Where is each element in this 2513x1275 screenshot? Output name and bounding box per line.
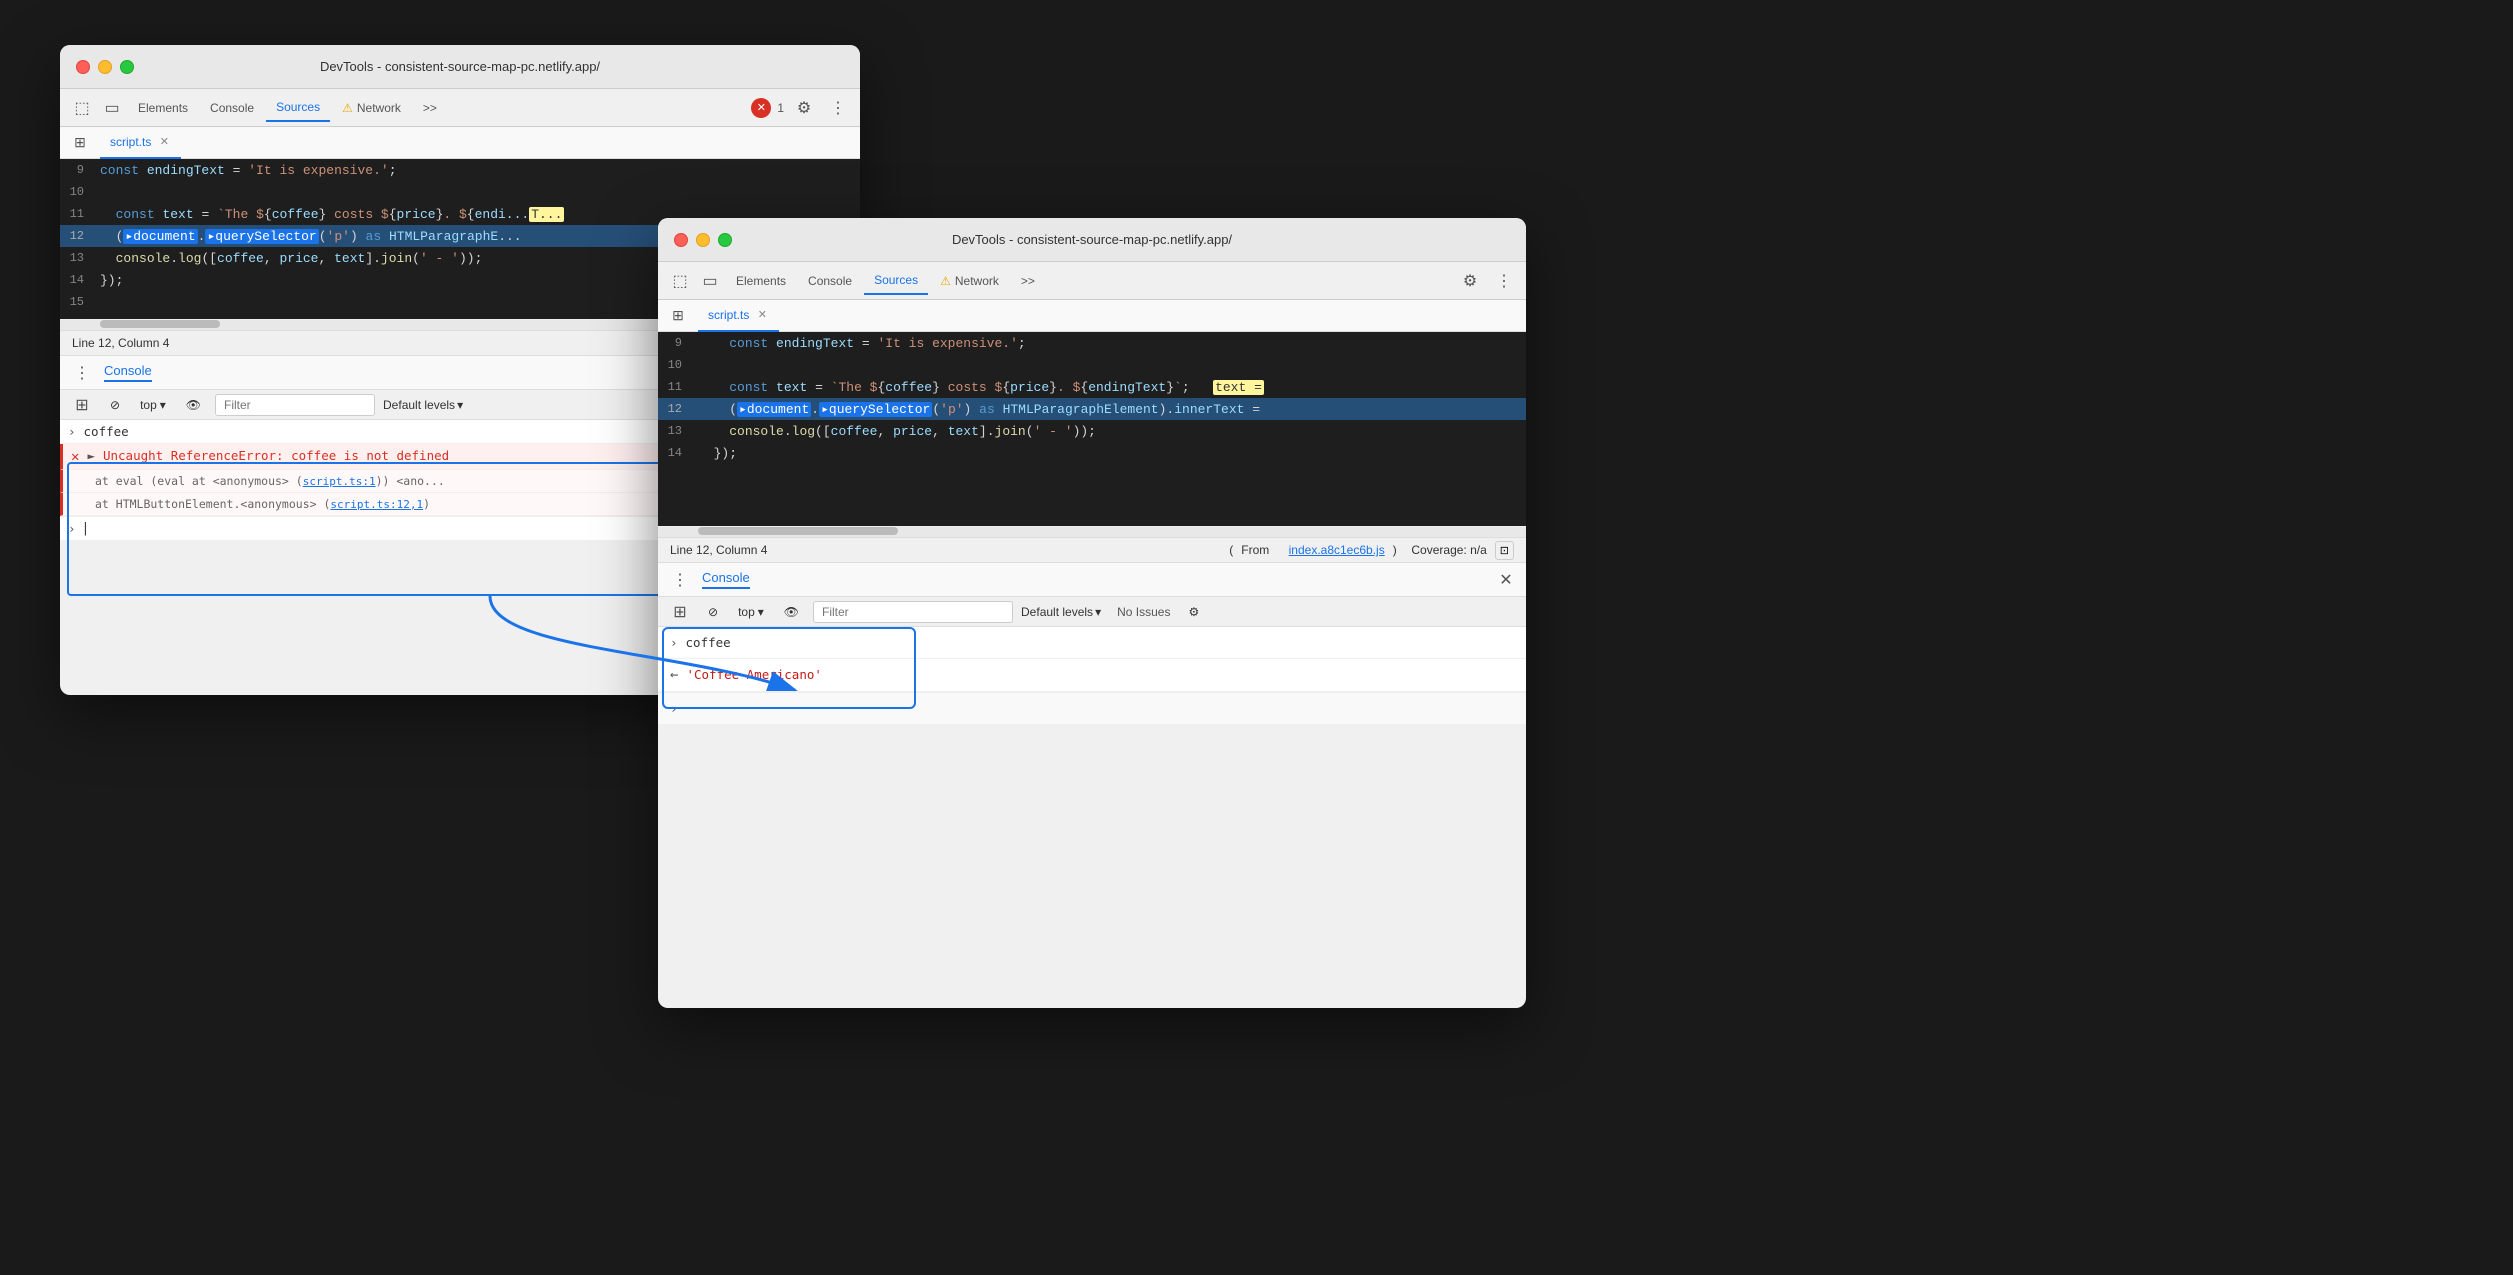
console-more-icon-2[interactable]: ⋮: [666, 566, 694, 594]
traffic-lights-1: [76, 60, 134, 74]
error-link-1[interactable]: script.ts:1: [303, 475, 376, 488]
code-line-10b: 10: [658, 354, 1526, 376]
coverage-button[interactable]: ⊡: [1495, 541, 1514, 560]
close-button-2[interactable]: [674, 233, 688, 247]
sidebar-icon-c1[interactable]: ⊞: [68, 391, 96, 419]
sidebar-icon-c2[interactable]: ⊞: [666, 598, 694, 626]
tab-console-2[interactable]: Console: [798, 267, 862, 295]
maximize-button-1[interactable]: [120, 60, 134, 74]
tab-sources-1[interactable]: Sources: [266, 94, 330, 122]
clear-btn-2[interactable]: ⊘: [702, 603, 724, 621]
error-expand-1[interactable]: ►: [87, 448, 95, 463]
clear-btn-1[interactable]: ⊘: [104, 396, 126, 414]
code-line-14b: 14 });: [658, 442, 1526, 464]
devtools-toolbar-1: ⬚ ▭ Elements Console Sources ⚠ Network >…: [60, 89, 860, 127]
filter-input-2[interactable]: [813, 601, 1013, 623]
file-tab-close-1[interactable]: ✕: [157, 135, 171, 149]
console-input-line-2: ›: [658, 692, 1526, 724]
default-levels-2[interactable]: Default levels ▾: [1021, 605, 1101, 619]
code-line-9b: 9 const endingText = 'It is expensive.';: [658, 332, 1526, 354]
filter-input-1[interactable]: [215, 394, 375, 416]
minimize-button-1[interactable]: [98, 60, 112, 74]
device-icon[interactable]: ▭: [98, 94, 126, 122]
console-entries-2: › coffee ← 'Coffee Americano': [658, 627, 1526, 692]
tab-elements-2[interactable]: Elements: [726, 267, 796, 295]
traffic-lights-2: [674, 233, 732, 247]
no-issues-badge: No Issues: [1117, 605, 1170, 619]
toolbar-right-2: ⚙ ⋮: [1456, 267, 1518, 295]
console-more-icon-1[interactable]: ⋮: [68, 359, 96, 387]
inspect-icon-2[interactable]: ⬚: [666, 267, 694, 295]
tab-network-1[interactable]: ⚠ Network: [332, 94, 411, 122]
console-panel-2: ⋮ Console ✕ ⊞ ⊘ top ▾ 👁 Default levels ▾…: [658, 563, 1526, 724]
tab-more-1[interactable]: >>: [413, 94, 447, 122]
tab-more-2[interactable]: >>: [1011, 267, 1045, 295]
code-editor-2[interactable]: 9 const endingText = 'It is expensive.';…: [658, 332, 1526, 526]
settings-icon-2[interactable]: ⚙: [1456, 267, 1484, 295]
title-bar-1: DevTools - consistent-source-map-pc.netl…: [60, 45, 860, 89]
scrollbar-2[interactable]: [658, 527, 1526, 537]
toolbar-right-1: ✕ 1 ⚙ ⋮: [751, 94, 852, 122]
code-line-12b: 12 (▸document.▸querySelector('p') as HTM…: [658, 398, 1526, 420]
window-title-1: DevTools - consistent-source-map-pc.netl…: [76, 59, 844, 74]
device-icon-2[interactable]: ▭: [696, 267, 724, 295]
eye-btn-2[interactable]: 👁: [778, 603, 805, 621]
maximize-button-2[interactable]: [718, 233, 732, 247]
inspect-icon[interactable]: ⬚: [68, 94, 96, 122]
sidebar-toggle-2[interactable]: ⊞: [666, 304, 690, 328]
title-bar-2: DevTools - consistent-source-map-pc.netl…: [658, 218, 1526, 262]
tab-sources-2[interactable]: Sources: [864, 267, 928, 295]
eye-btn-1[interactable]: 👁: [180, 396, 207, 414]
tab-network-2[interactable]: ⚠ Network: [930, 267, 1009, 295]
expand-icon-2[interactable]: ›: [670, 635, 678, 650]
scrollbar-thumb-2: [698, 527, 898, 535]
code-line-10: 10: [60, 181, 860, 203]
entry-text-return: 'Coffee Americano': [686, 667, 821, 682]
entry-text-coffee-2: coffee: [686, 635, 731, 650]
console-entry-coffee-2[interactable]: › coffee: [658, 627, 1526, 659]
code-line-11b: 11 const text = `The ${coffee} costs ${p…: [658, 376, 1526, 398]
return-icon: ←: [670, 667, 678, 683]
source-link-2[interactable]: index.a8c1ec6b.js: [1289, 543, 1385, 557]
console-entries-wrapper: › coffee ← 'Coffee Americano': [658, 627, 1526, 692]
console-entry-return[interactable]: ← 'Coffee Americano': [658, 659, 1526, 692]
default-levels-1[interactable]: Default levels ▾: [383, 398, 463, 412]
more-icon-1[interactable]: ⋮: [824, 94, 852, 122]
entry-text-coffee-1: coffee: [84, 424, 129, 439]
devtools-window-2[interactable]: DevTools - consistent-source-map-pc.netl…: [658, 218, 1526, 1008]
more-icon-2[interactable]: ⋮: [1490, 267, 1518, 295]
file-tab-bar-2: ⊞ script.ts ✕: [658, 300, 1526, 332]
window-title-2: DevTools - consistent-source-map-pc.netl…: [674, 232, 1510, 247]
close-button-1[interactable]: [76, 60, 90, 74]
code-line-13b: 13 console.log([coffee, price, text].joi…: [658, 420, 1526, 442]
error-badge-1: ✕: [751, 98, 771, 118]
file-tab-2[interactable]: script.ts ✕: [698, 300, 779, 332]
tab-elements-1[interactable]: Elements: [128, 94, 198, 122]
devtools-toolbar-2: ⬚ ▭ Elements Console Sources ⚠ Network >…: [658, 262, 1526, 300]
minimize-button-2[interactable]: [696, 233, 710, 247]
console-close-btn[interactable]: ✕: [1494, 568, 1518, 592]
expand-icon-1[interactable]: ›: [68, 424, 76, 439]
console-toolbar-2: ⊞ ⊘ top ▾ 👁 Default levels ▾ No Issues ⚙: [658, 597, 1526, 627]
status-bar-2: Line 12, Column 4 (From index.a8c1ec6b.j…: [658, 537, 1526, 563]
error-link-2[interactable]: script.ts:12,1: [330, 498, 423, 511]
file-tab-1[interactable]: script.ts ✕: [100, 127, 181, 159]
issues-settings-btn[interactable]: ⚙: [1182, 603, 1205, 621]
file-tab-bar-1: ⊞ script.ts ✕: [60, 127, 860, 159]
settings-icon-1[interactable]: ⚙: [790, 94, 818, 122]
file-tab-close-2[interactable]: ✕: [755, 308, 769, 322]
context-btn-2[interactable]: top ▾: [732, 603, 770, 621]
console-header-2: ⋮ Console ✕: [658, 563, 1526, 597]
error-icon-1: ✕: [71, 449, 79, 465]
console-label-2[interactable]: Console: [702, 570, 750, 589]
sidebar-toggle-1[interactable]: ⊞: [68, 131, 92, 155]
scrollbar-thumb-1: [100, 320, 220, 328]
error-text-1: Uncaught ReferenceError: coffee is not d…: [103, 448, 449, 463]
tab-console-1[interactable]: Console: [200, 94, 264, 122]
console-label-1[interactable]: Console: [104, 363, 152, 382]
context-btn-1[interactable]: top ▾: [134, 396, 172, 414]
code-line-9: 9 const endingText = 'It is expensive.';: [60, 159, 860, 181]
